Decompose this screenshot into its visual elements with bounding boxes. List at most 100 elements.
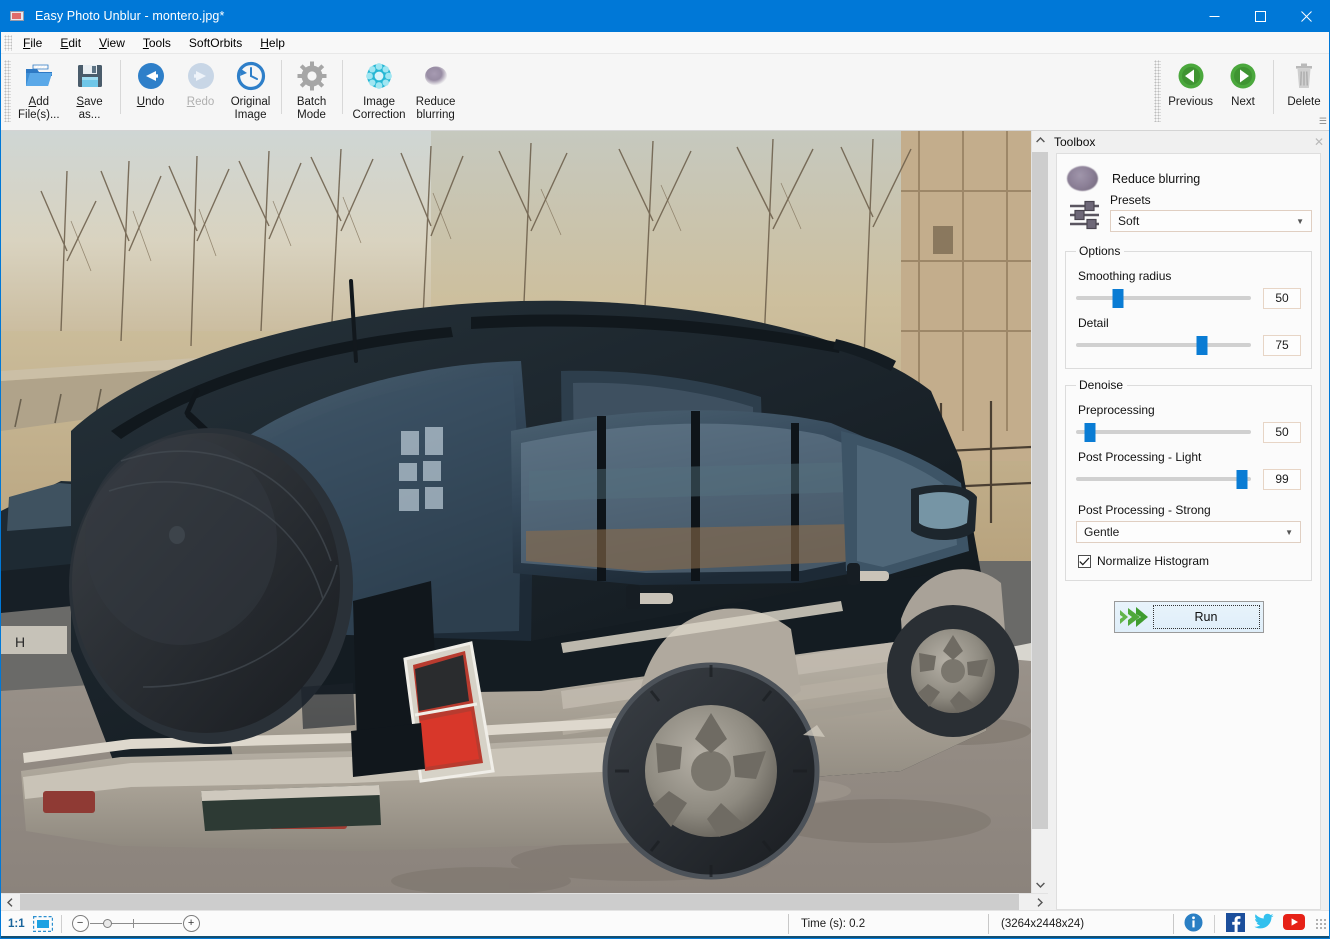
detail-slider[interactable] [1076, 334, 1251, 356]
next-label: Next [1231, 96, 1255, 108]
menu-tools[interactable]: Tools [134, 33, 180, 53]
run-label: Run [1152, 605, 1260, 629]
preprocessing-slider[interactable] [1076, 421, 1251, 443]
zoom-ratio-label[interactable]: 1:1 [8, 918, 25, 930]
chevron-down-icon: ▼ [1296, 216, 1304, 226]
toolbar-overflow-icon[interactable]: ☰ [1319, 116, 1327, 127]
save-as-button[interactable]: Save as... [65, 54, 115, 124]
zoom-in-button[interactable]: + [182, 915, 200, 932]
photo-render: H [1, 131, 1031, 893]
zoom-out-button[interactable]: − [71, 915, 89, 932]
processing-time-label: Time (s): 0.2 [801, 917, 866, 930]
horizontal-scrollbar[interactable] [1, 893, 1048, 910]
menu-file[interactable]: FFileile [14, 33, 51, 53]
batch-mode-label-1: Batch [296, 96, 327, 108]
blur-blob-icon-small [1067, 166, 1098, 191]
post-processing-light-value[interactable]: 99 [1263, 468, 1301, 490]
toolbar-group-batch: Batch Mode [287, 54, 337, 126]
svg-text:H: H [15, 634, 25, 650]
previous-button[interactable]: Previous [1163, 54, 1218, 111]
redo-label: Redo [186, 96, 215, 108]
smoothing-radius-label: Smoothing radius [1078, 269, 1172, 283]
smoothing-radius-slider[interactable] [1076, 287, 1251, 309]
detail-value[interactable]: 75 [1263, 334, 1301, 356]
smoothing-radius-row: 50 [1076, 287, 1301, 309]
image-canvas[interactable]: H [1, 131, 1031, 893]
undo-arrow-icon [135, 60, 167, 92]
youtube-icon[interactable] [1283, 914, 1305, 933]
resize-grip-icon[interactable] [1315, 917, 1327, 930]
add-files-button[interactable]: Add File(s)... [13, 54, 65, 124]
menu-help[interactable]: Help [251, 33, 294, 53]
original-image-label-1: Original [230, 96, 271, 108]
toolbar-separator-3 [341, 60, 343, 114]
scroll-left-arrow[interactable] [1, 894, 18, 910]
options-legend: Options [1079, 244, 1121, 258]
fit-to-window-icon[interactable] [32, 915, 53, 932]
toolbar-grip-handle[interactable] [4, 60, 11, 122]
slider-thumb[interactable] [1084, 423, 1096, 442]
presets-dropdown[interactable]: Soft ▼ [1110, 210, 1312, 232]
menu-grip-handle[interactable] [4, 34, 12, 51]
save-as-label-1: Save [76, 96, 103, 108]
preprocessing-label: Preprocessing [1078, 403, 1155, 417]
status-bar: 1:1 − + Time (s): 0.2 (3264x2448x24) [1, 910, 1329, 938]
tool-header-row: Reduce blurring [1067, 166, 1312, 191]
preprocessing-value[interactable]: 50 [1263, 421, 1301, 443]
undo-button[interactable]: Undo [126, 54, 176, 111]
image-dimensions-label: (3264x2448x24) [1001, 917, 1085, 930]
image-correction-label-1: Image [363, 96, 396, 108]
maximize-button[interactable] [1237, 0, 1283, 32]
scroll-down-arrow[interactable] [1032, 876, 1048, 893]
scroll-right-arrow[interactable] [1031, 894, 1048, 910]
smoothing-radius-value[interactable]: 50 [1263, 287, 1301, 309]
toolbar-separator-4 [1273, 60, 1274, 114]
post-processing-strong-dropdown[interactable]: Gentle ▼ [1076, 521, 1301, 543]
batch-mode-button[interactable]: Batch Mode [287, 54, 337, 124]
vertical-scroll-thumb[interactable] [1032, 151, 1048, 829]
twitter-icon[interactable] [1254, 913, 1274, 934]
denoise-group: Denoise Preprocessing 50 Post Processing… [1065, 378, 1312, 581]
presets-column: Presets Soft ▼ [1110, 193, 1312, 232]
toolbox-close-icon[interactable]: ✕ [1314, 135, 1324, 149]
slider-thumb[interactable] [1196, 336, 1208, 355]
scroll-up-arrow[interactable] [1032, 131, 1048, 148]
menu-edit[interactable]: Edit [51, 33, 90, 53]
menu-view[interactable]: View [90, 33, 134, 53]
horizontal-scroll-track[interactable] [18, 894, 1031, 910]
facebook-icon[interactable] [1226, 912, 1245, 935]
toolbox-content: Reduce blurring Presets Soft ▼ Options S… [1056, 153, 1321, 910]
horizontal-scroll-thumb[interactable] [20, 894, 1019, 910]
info-icon[interactable] [1184, 913, 1203, 935]
save-as-label-2: as... [78, 109, 101, 121]
vertical-scrollbar[interactable] [1031, 131, 1048, 893]
zoom-slider-track[interactable] [89, 915, 182, 932]
close-button[interactable] [1283, 0, 1329, 32]
minimize-button[interactable] [1191, 0, 1237, 32]
title-bar: Easy Photo Unblur - montero.jpg* [1, 0, 1329, 32]
slider-thumb[interactable] [1236, 470, 1248, 489]
floppy-save-icon [74, 60, 106, 92]
menu-softorbits[interactable]: SoftOrbits [180, 33, 251, 53]
next-green-icon [1227, 60, 1259, 92]
vertical-scroll-track[interactable] [1032, 148, 1048, 876]
reduce-blurring-button[interactable]: Reduce blurring [411, 54, 461, 124]
post-processing-light-label: Post Processing - Light [1078, 450, 1202, 464]
zoom-slider-thumb[interactable] [102, 919, 112, 928]
zoom-slider-control[interactable]: − + [71, 915, 200, 932]
original-image-button[interactable]: Original Image [226, 54, 276, 124]
toolbar-grip-handle-right[interactable] [1154, 60, 1162, 122]
normalize-histogram-row[interactable]: Normalize Histogram [1078, 554, 1301, 568]
post-processing-light-slider[interactable] [1076, 468, 1251, 490]
next-button[interactable]: Next [1218, 54, 1268, 111]
social-cell [1173, 912, 1329, 935]
slider-thumb[interactable] [1112, 289, 1124, 308]
image-correction-button[interactable]: Image Correction [348, 54, 411, 124]
delete-button[interactable]: Delete [1279, 54, 1329, 111]
slider-track [1076, 296, 1251, 300]
presets-row: Presets Soft ▼ [1065, 193, 1312, 235]
run-button[interactable]: Run [1113, 601, 1264, 633]
normalize-histogram-checkbox[interactable] [1078, 554, 1091, 568]
redo-button[interactable]: Redo [176, 54, 226, 111]
reduce-blurring-label-1: Reduce [415, 96, 456, 108]
